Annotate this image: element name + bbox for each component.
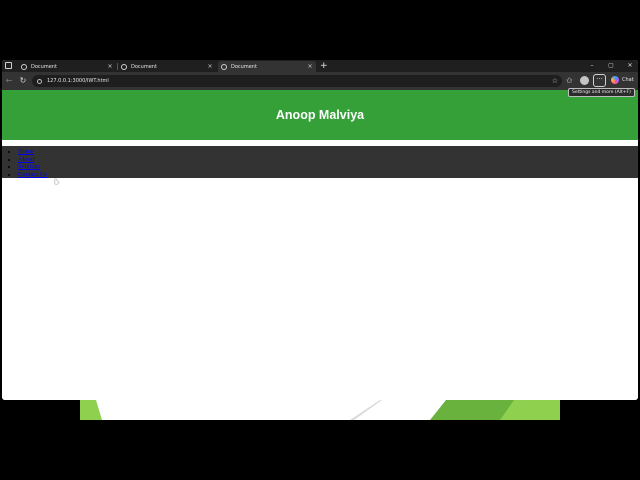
globe-icon: [121, 63, 127, 70]
close-window-button[interactable]: ✕: [625, 60, 635, 72]
nav-link-services[interactable]: Services: [18, 163, 40, 170]
tab-title: Document: [131, 63, 157, 70]
refresh-icon[interactable]: ↻: [18, 76, 28, 86]
screen: Document × Document × Document × + – ▢ ✕…: [0, 0, 640, 480]
slide-shape-line: [350, 400, 382, 420]
minimize-button[interactable]: –: [587, 60, 597, 72]
back-arrow-icon[interactable]: ←: [4, 76, 14, 86]
restore-button[interactable]: ▢: [606, 60, 616, 72]
nav-link-home[interactable]: Home: [18, 148, 34, 155]
site-title: Anoop Malviya: [275, 108, 365, 122]
avatar[interactable]: [580, 76, 589, 85]
nav-link-contact[interactable]: Contact Us: [18, 171, 47, 178]
mouse-cursor-icon: [53, 177, 59, 185]
close-icon[interactable]: ×: [207, 63, 213, 70]
nav-item-contact: Contact Us: [18, 171, 47, 179]
tab-title: Document: [231, 63, 257, 70]
browser-window: Document × Document × Document × + – ▢ ✕…: [2, 60, 638, 400]
slide-shape-left: [80, 400, 102, 420]
globe-icon: [221, 63, 227, 70]
copilot-icon: [611, 76, 619, 84]
nav-item-services: Services: [18, 163, 47, 171]
chat-label: Chat: [622, 77, 634, 83]
star-icon[interactable]: ☆: [552, 75, 558, 87]
browser-toolbar: ← ↻ 127.0.0.1:3000/IWT.html ☆ ✩ ··· Chat: [2, 72, 638, 90]
site-info-icon[interactable]: [37, 78, 42, 84]
nav-link-about[interactable]: About: [18, 156, 34, 163]
tab-title: Document: [31, 63, 57, 70]
url-text[interactable]: 127.0.0.1:3000/IWT.html: [47, 78, 109, 84]
tab-actions-icon[interactable]: [5, 62, 12, 69]
tab-2[interactable]: Document ×: [118, 61, 216, 72]
site-header: Anoop Malviya: [2, 90, 638, 140]
globe-icon: [21, 63, 27, 70]
address-bar[interactable]: 127.0.0.1:3000/IWT.html ☆: [32, 75, 562, 87]
tooltip: Settings and more (Alt+F): [568, 88, 635, 97]
tab-strip: Document × Document × Document × + – ▢ ✕: [2, 60, 638, 72]
nav-item-about: About: [18, 156, 47, 164]
slide-shapes: [80, 400, 560, 420]
tab-1[interactable]: Document ×: [18, 61, 116, 72]
page-viewport: Anoop Malviya Home About Services Contac…: [2, 90, 638, 400]
settings-and-more-button[interactable]: ···: [593, 74, 606, 87]
nav-item-home: Home: [18, 148, 47, 156]
site-nav: Home About Services Contact Us: [2, 146, 638, 178]
tab-3-active[interactable]: Document ×: [218, 61, 316, 72]
slide-decoration: [80, 400, 560, 420]
new-tab-button[interactable]: +: [320, 60, 328, 72]
close-icon[interactable]: ×: [307, 63, 313, 70]
copilot-chat-button[interactable]: Chat: [611, 76, 634, 84]
nav-list: Home About Services Contact Us: [18, 148, 47, 178]
favorites-icon[interactable]: ✩: [566, 75, 573, 87]
close-icon[interactable]: ×: [107, 63, 113, 70]
